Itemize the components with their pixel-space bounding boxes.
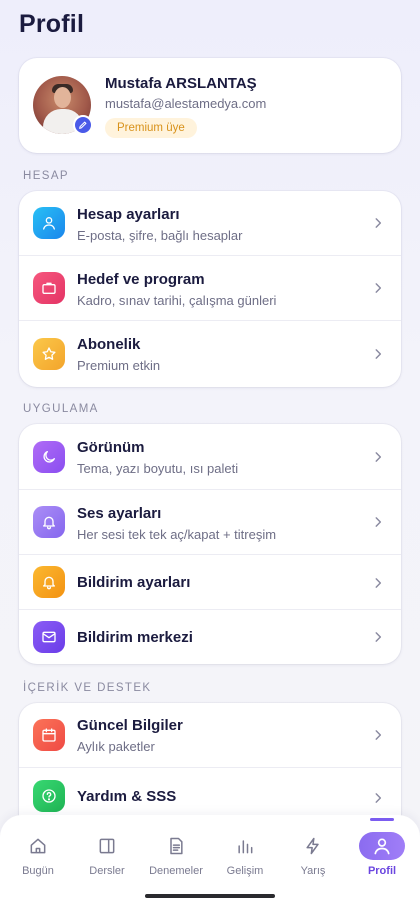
chevron-right-icon (375, 578, 382, 588)
menu-item-subtitle: Tema, yazı boyutu, ısı paleti (77, 461, 239, 476)
menu-item-subtitle: Aylık paketler (77, 739, 155, 754)
tab-label: Denemeler (149, 865, 203, 877)
chevron-right-icon (375, 452, 382, 462)
chevron-right-icon (375, 632, 382, 642)
tab-label: Yarış (300, 865, 326, 877)
chevron-right-icon (375, 730, 382, 740)
user-icon (371, 835, 393, 857)
menu-item-bildirim-merkezi[interactable]: Bildirim merkezi (19, 610, 401, 664)
chevron-right-icon (375, 218, 382, 228)
section-label-icerik-ve-destek: İÇERİK VE DESTEK (23, 682, 152, 694)
edit-avatar-button[interactable] (73, 115, 93, 135)
tab-denemeler[interactable]: Denemeler (141, 815, 211, 885)
page-title: Profil (19, 10, 85, 38)
book-icon (96, 835, 118, 857)
menu-item-abonelik[interactable]: Abonelik Premium etkin (19, 321, 401, 387)
menu-item-title: Bildirim merkezi (77, 629, 193, 646)
tab-bugun[interactable]: Bugün (3, 815, 73, 885)
tab-label: Bugün (22, 865, 54, 877)
chevron-right-icon (375, 349, 382, 359)
document-icon (165, 835, 187, 857)
menu-item-subtitle: Kadro, sınav tarihi, çalışma günleri (77, 293, 277, 308)
menu-item-title: Abonelik (77, 336, 141, 353)
menu-item-title: Güncel Bilgiler (77, 717, 183, 734)
home-indicator (145, 894, 275, 898)
menu-item-title: Ses ayarları (77, 505, 162, 522)
user-icon (33, 207, 65, 239)
mail-icon (33, 621, 65, 653)
section-label-hesap: HESAP (23, 170, 69, 182)
menu-item-subtitle: Premium etkin (77, 358, 161, 373)
bolt-icon (302, 835, 324, 857)
tab-profil[interactable]: Profil (347, 815, 417, 885)
tab-dersler[interactable]: Dersler (72, 815, 142, 885)
menu-item-bildirim-ayarlari[interactable]: Bildirim ayarları (19, 555, 401, 610)
user-email: mustafa@alestamedya.com (105, 96, 267, 111)
chevron-right-icon (375, 517, 382, 527)
moon-icon (33, 441, 65, 473)
section-label-uygulama: UYGULAMA (23, 403, 99, 415)
star-icon (33, 338, 65, 370)
tab-yaris[interactable]: Yarış (278, 815, 348, 885)
bell-icon (33, 506, 65, 538)
user-name: Mustafa ARSLANTAŞ (105, 75, 257, 92)
briefcase-icon (33, 272, 65, 304)
menu-item-ses-ayarlari[interactable]: Ses ayarları Her sesi tek tek aç/kapat +… (19, 490, 401, 555)
menu-item-hedef-ve-program[interactable]: Hedef ve program Kadro, sınav tarihi, ça… (19, 256, 401, 321)
menu-item-title: Hedef ve program (77, 271, 205, 288)
bell-icon (33, 566, 65, 598)
help-icon (33, 780, 65, 812)
tab-label: Gelişim (226, 865, 264, 877)
account-settings-card: Hesap ayarları E-posta, şifre, bağlı hes… (19, 191, 401, 387)
chevron-right-icon (375, 283, 382, 293)
menu-item-gorunum[interactable]: Görünüm Tema, yazı boyutu, ısı paleti (19, 424, 401, 490)
tab-gelisim[interactable]: Gelişim (210, 815, 280, 885)
menu-item-title: Yardım & SSS (77, 788, 177, 805)
menu-item-subtitle: E-posta, şifre, bağlı hesaplar (77, 228, 243, 243)
chevron-right-icon (375, 793, 382, 803)
menu-item-title: Hesap ayarları (77, 206, 180, 223)
menu-item-subtitle: Her sesi tek tek aç/kapat + titreşim (77, 527, 277, 542)
menu-item-title: Görünüm (77, 439, 145, 456)
home-icon (27, 835, 49, 857)
tab-label: Profil (367, 865, 397, 877)
tab-label: Dersler (89, 865, 125, 877)
pencil-icon (79, 121, 87, 129)
chart-icon (234, 835, 256, 857)
menu-item-guncel-bilgiler[interactable]: Güncel Bilgiler Aylık paketler (19, 703, 401, 768)
premium-badge: Premium üye (105, 118, 197, 138)
menu-item-hesap-ayarlari[interactable]: Hesap ayarları E-posta, şifre, bağlı hes… (19, 191, 401, 256)
profile-card[interactable]: Mustafa ARSLANTAŞ mustafa@alestamedya.co… (19, 58, 401, 153)
app-settings-card: Görünüm Tema, yazı boyutu, ısı paleti Se… (19, 424, 401, 664)
menu-item-title: Bildirim ayarları (77, 574, 191, 591)
calendar-icon (33, 719, 65, 751)
active-tab-indicator (370, 818, 394, 821)
